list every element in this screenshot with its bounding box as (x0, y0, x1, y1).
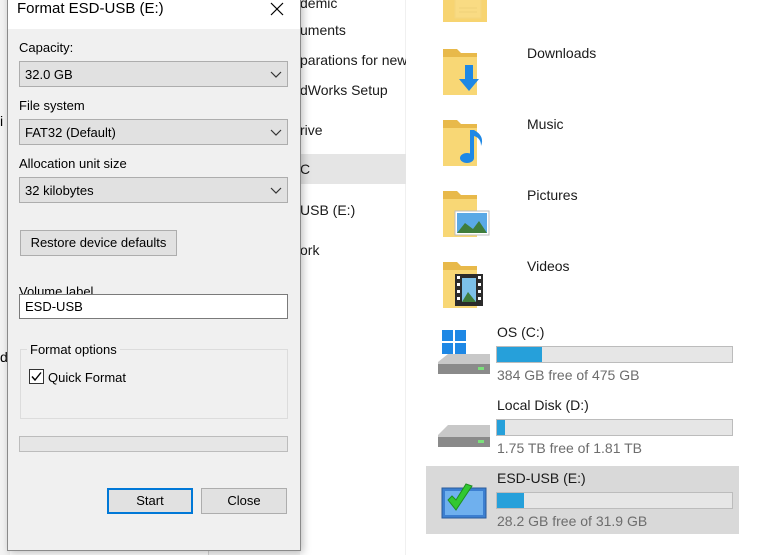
music-folder-icon (441, 114, 491, 168)
drive-os-c[interactable]: OS (C:) 384 GB free of 475 GB (426, 320, 739, 388)
allocation-dropdown[interactable]: 32 kilobytes (19, 177, 288, 203)
close-window-button[interactable] (254, 0, 300, 27)
folder-pictures[interactable]: Pictures (436, 181, 756, 247)
allocation-value: 32 kilobytes (25, 183, 94, 198)
filesystem-value: FAT32 (Default) (25, 125, 116, 140)
videos-folder-icon (441, 256, 491, 310)
capacity-value: 32.0 GB (25, 67, 73, 82)
quick-format-checkbox[interactable] (29, 369, 44, 384)
drive-free-space: 28.2 GB free of 31.9 GB (497, 513, 648, 529)
drive-usage-bar (496, 492, 733, 509)
start-button[interactable]: Start (107, 488, 193, 514)
documents-folder-icon[interactable] (441, 0, 491, 24)
drive-esd-usb-e[interactable]: ESD-USB (E:) 28.2 GB free of 31.9 GB (426, 466, 739, 534)
nav-item[interactable]: rive (300, 115, 406, 145)
nav-item[interactable]: parations for new (300, 45, 406, 75)
filesystem-label: File system (19, 98, 85, 113)
content-pane: Downloads Music Pictures Videos OS (C:) … (406, 0, 763, 555)
format-progress-bar (19, 436, 288, 452)
nav-item-selected[interactable]: C (300, 154, 406, 184)
quick-format-label[interactable]: Quick Format (48, 370, 126, 385)
checkmark-icon (31, 372, 42, 382)
chevron-down-icon (270, 187, 282, 194)
allocation-label: Allocation unit size (19, 156, 127, 171)
chevron-down-icon (270, 129, 282, 136)
drive-usage-bar (496, 346, 733, 363)
folder-label: Music (527, 116, 564, 132)
folder-downloads[interactable]: Downloads (436, 39, 756, 105)
hard-drive-icon (434, 399, 492, 453)
close-icon (270, 2, 284, 16)
drive-name: OS (C:) (497, 324, 545, 340)
drive-local-d[interactable]: Local Disk (D:) 1.75 TB free of 1.81 TB (426, 393, 739, 461)
windows-drive-icon (434, 326, 492, 380)
nav-item[interactable]: dWorks Setup (300, 75, 406, 105)
folder-label: Downloads (527, 45, 597, 61)
nav-item[interactable]: ork (300, 235, 406, 265)
navigation-pane: demic uments parations for new dWorks Se… (300, 0, 406, 555)
format-options-label: Format options (27, 342, 120, 357)
drive-free-space: 384 GB free of 475 GB (497, 367, 640, 383)
nav-item[interactable]: USB (E:) (300, 195, 406, 225)
chevron-down-icon (270, 71, 282, 78)
format-dialog: Format ESD-USB (E:) Capacity: 32.0 GB Fi… (7, 0, 301, 551)
dialog-titlebar[interactable]: Format ESD-USB (E:) (8, 0, 300, 29)
downloads-folder-icon (441, 43, 491, 97)
capacity-label: Capacity: (19, 40, 74, 55)
pictures-folder-icon (441, 185, 491, 239)
dialog-title: Format ESD-USB (E:) (17, 0, 164, 17)
capacity-dropdown[interactable]: 32.0 GB (19, 61, 288, 87)
folder-music[interactable]: Music (436, 110, 756, 176)
drive-name: ESD-USB (E:) (497, 470, 586, 486)
usb-drive-icon (434, 472, 492, 526)
close-button[interactable]: Close (201, 488, 287, 514)
drive-usage-fill (497, 347, 543, 362)
drive-usage-bar (496, 419, 733, 436)
drive-name: Local Disk (D:) (497, 397, 589, 413)
folder-label: Videos (527, 258, 570, 274)
folder-videos[interactable]: Videos (436, 252, 756, 318)
filesystem-dropdown[interactable]: FAT32 (Default) (19, 119, 288, 145)
folder-label: Pictures (527, 187, 578, 203)
drive-usage-fill (497, 493, 525, 508)
volume-label-input[interactable] (19, 294, 288, 319)
screen: i d demic uments parations for new dWork… (0, 0, 763, 555)
restore-defaults-button[interactable]: Restore device defaults (20, 230, 177, 256)
nav-item[interactable]: uments (300, 15, 406, 45)
drive-usage-fill (497, 420, 505, 435)
drive-free-space: 1.75 TB free of 1.81 TB (497, 440, 643, 456)
